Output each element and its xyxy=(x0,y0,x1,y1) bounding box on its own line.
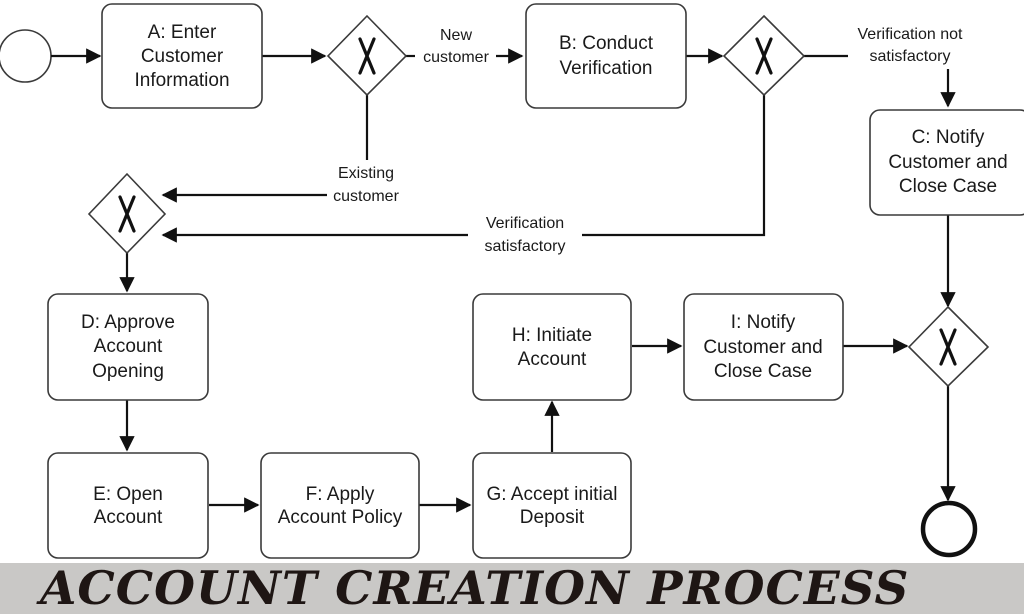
task-d-line2: Account xyxy=(94,336,163,357)
task-d-line1: D: Approve xyxy=(81,312,175,333)
task-i[interactable]: I: Notify Customer and Close Case xyxy=(683,293,844,401)
exclusive-gateway-2[interactable] xyxy=(722,14,806,97)
task-c-line2: Customer and xyxy=(888,152,1007,173)
task-e-line1: E: Open xyxy=(93,484,163,505)
exclusive-gateway-3[interactable] xyxy=(87,172,167,255)
task-c-line1: C: Notify xyxy=(912,127,985,148)
task-b-line2: Verification xyxy=(560,58,653,79)
end-event[interactable] xyxy=(920,500,978,558)
page-title: ACCOUNT CREATION PROCESS xyxy=(40,561,910,615)
task-a-line3: Information xyxy=(134,70,229,91)
task-i-line2: Customer and xyxy=(703,337,822,358)
task-h-line2: Account xyxy=(518,349,587,370)
label-existing-customer-1: Existing xyxy=(338,165,394,182)
exclusive-gateway-1[interactable] xyxy=(326,14,408,97)
task-a-line2: Customer xyxy=(141,46,224,67)
task-g[interactable]: G: Accept initial Deposit xyxy=(472,452,632,559)
task-f-line1: F: Apply xyxy=(306,484,375,505)
label-new-customer-1: New xyxy=(440,27,472,44)
exclusive-gateway-4[interactable] xyxy=(907,305,990,388)
task-c-line3: Close Case xyxy=(899,176,997,197)
task-d[interactable]: D: Approve Account Opening xyxy=(47,293,209,401)
task-c[interactable]: C: Notify Customer and Close Case xyxy=(869,109,1024,216)
task-a[interactable]: A: Enter Customer Information xyxy=(101,3,263,109)
task-h[interactable]: H: Initiate Account xyxy=(472,293,632,401)
label-verification-satisfactory-1: Verification xyxy=(486,215,564,232)
flow-gw2-down xyxy=(582,95,766,237)
label-new-customer-2: customer xyxy=(423,49,489,66)
title-banner: ACCOUNT CREATION PROCESS xyxy=(0,561,1024,615)
task-h-line1: H: Initiate xyxy=(512,325,592,346)
task-e[interactable]: E: Open Account xyxy=(47,452,209,559)
task-g-line2: Deposit xyxy=(520,507,585,528)
task-f-line2: Account Policy xyxy=(278,507,403,528)
label-existing-customer-2: customer xyxy=(333,188,399,205)
task-f[interactable]: F: Apply Account Policy xyxy=(260,452,420,559)
task-d-line3: Opening xyxy=(92,361,164,382)
task-e-line2: Account xyxy=(94,507,163,528)
task-i-line3: Close Case xyxy=(714,361,812,382)
label-verification-satisfactory-2: satisfactory xyxy=(485,238,566,255)
task-i-line1: I: Notify xyxy=(731,312,796,333)
label-verification-not-satisfactory-2: satisfactory xyxy=(870,48,951,65)
task-g-line1: G: Accept initial xyxy=(487,484,618,505)
bpmn-diagram: A: Enter Customer Information B: Conduct… xyxy=(0,3,1024,559)
label-verification-not-satisfactory-1: Verification not xyxy=(858,26,964,43)
start-event[interactable] xyxy=(0,29,52,83)
task-a-line1: A: Enter xyxy=(148,22,217,43)
task-b-line1: B: Conduct xyxy=(559,33,654,54)
task-b[interactable]: B: Conduct Verification xyxy=(525,3,687,109)
